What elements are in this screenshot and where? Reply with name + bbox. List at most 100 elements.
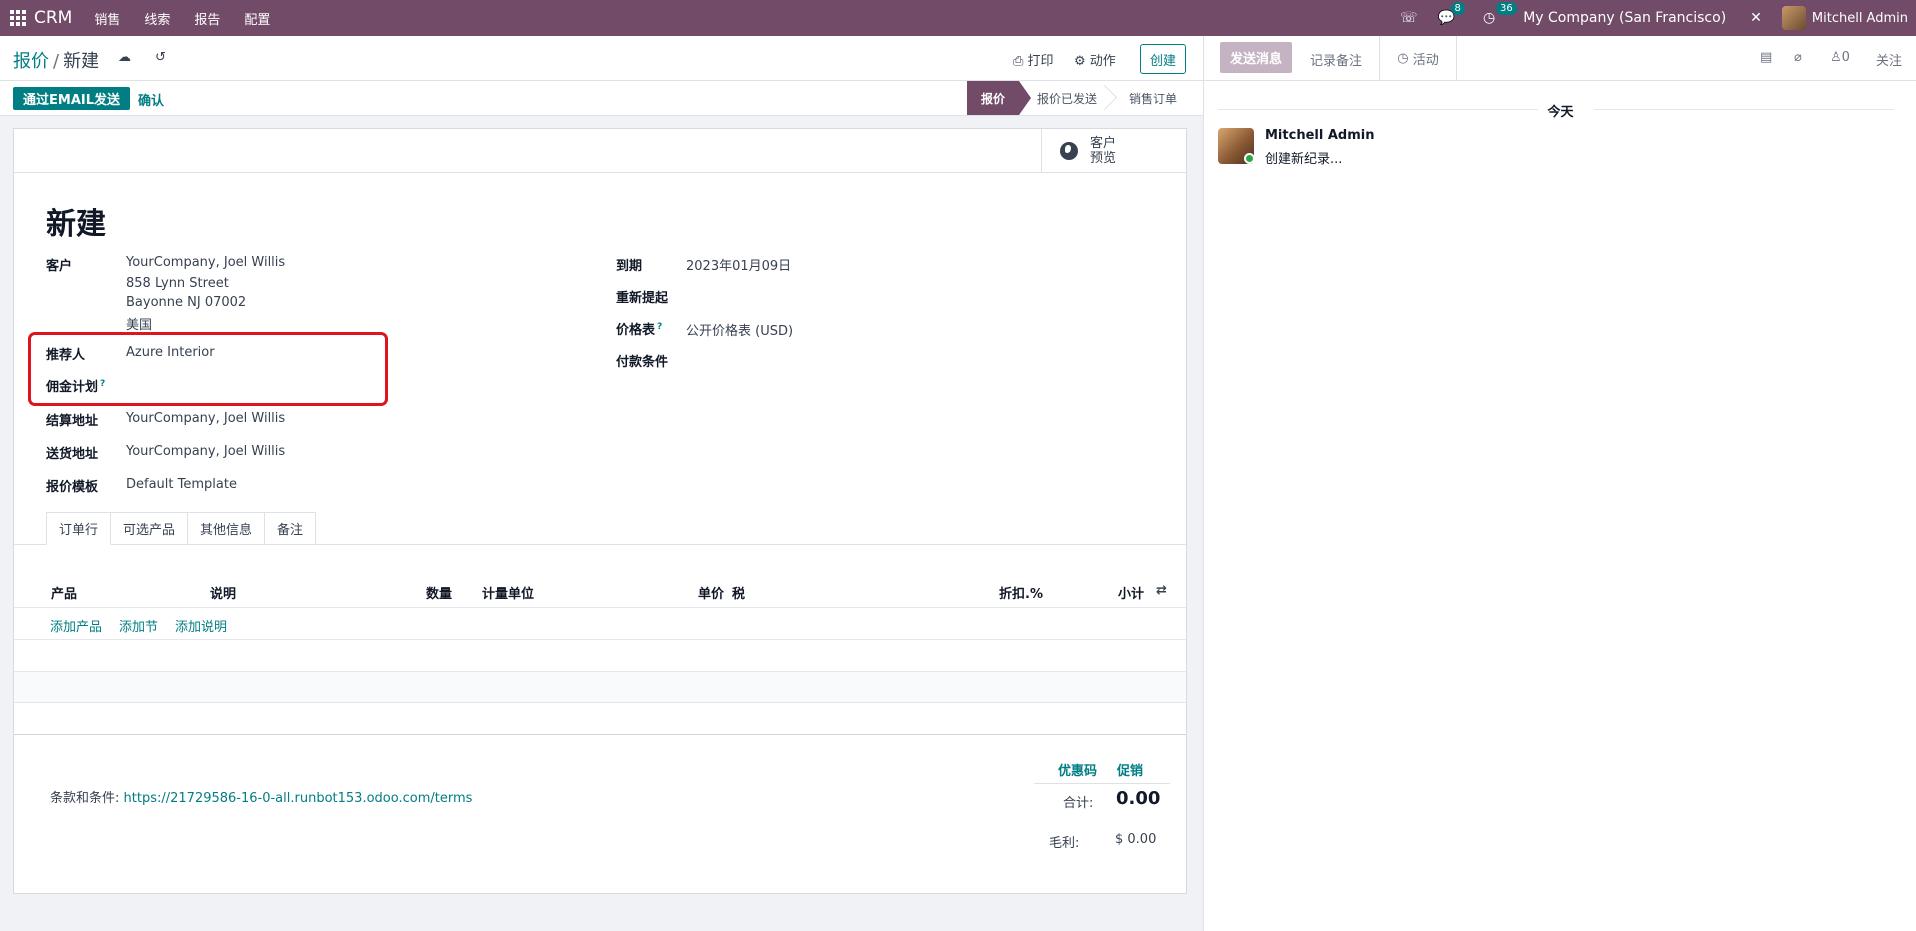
customer-city: Bayonne NJ 07002 (126, 295, 247, 310)
customer-street: 858 Lynn Street (126, 276, 229, 291)
col-tax[interactable]: 税 (732, 583, 745, 602)
empty-row (14, 671, 1186, 702)
delivery-address-label: 送货地址 (46, 447, 99, 462)
stage-quotation-sent[interactable]: 报价已发送 (1019, 81, 1111, 115)
col-description[interactable]: 说明 (210, 583, 236, 602)
preview-label-line2: 预览 (1090, 151, 1117, 166)
print-button[interactable]: ⎙ 打印 (1013, 50, 1054, 69)
messages-icon[interactable]: 💬 8 (1438, 2, 1465, 26)
record-title: 新建 (46, 207, 106, 242)
send-message-button[interactable]: 发送消息 (1220, 42, 1293, 73)
quotation-template-field[interactable]: Default Template (126, 477, 237, 492)
tab-optional-products[interactable]: 可选产品 (111, 512, 189, 545)
reminder-label: 重新提起 (616, 291, 669, 306)
customer-preview-button[interactable]: 客户 预览 (1041, 129, 1186, 173)
status-bar: 通过EMAIL发送 确认 报价 报价已发送 销售订单 (0, 81, 1203, 116)
date-separator: 今天 (1547, 105, 1574, 120)
action-button[interactable]: ⚙ 动作 (1074, 50, 1116, 69)
invoice-address-field[interactable]: YourCompany, Joel Willis (126, 411, 285, 426)
tab-order-lines[interactable]: 订单行 (46, 512, 112, 545)
phone-icon[interactable]: ☏ (1400, 10, 1418, 26)
referrer-label: 推荐人 (46, 348, 86, 363)
payment-terms-label: 付款条件 (616, 355, 669, 370)
col-unit-price[interactable]: 单价 (698, 583, 724, 602)
margin-label: 毛利: (1049, 836, 1080, 851)
user-menu[interactable]: Mitchell Admin (1781, 6, 1912, 30)
confirm-button[interactable]: 确认 (138, 90, 164, 109)
expiration-field[interactable]: 2023年01月09日 (686, 255, 791, 274)
follow-button[interactable]: 关注 (1876, 50, 1902, 69)
paperclip-icon[interactable]: ⌀ (1794, 50, 1802, 65)
user-avatar (1781, 6, 1806, 30)
log-note-button[interactable]: 记录备注 (1310, 50, 1362, 69)
book-icon[interactable]: ▤ (1760, 50, 1772, 65)
margin-amount: $ 0.00 (1115, 832, 1157, 847)
chatter-panel: 发送消息 记录备注 ◷ 活动 ▤ ⌀ ♙0 关注 今天 Mitchell Adm… (1203, 36, 1916, 931)
referrer-field[interactable]: Azure Interior (126, 345, 215, 360)
promotions-button[interactable]: 促销 (1117, 760, 1143, 779)
create-button[interactable]: 创建 (1140, 44, 1186, 74)
pricelist-label-text: 价格表 (616, 323, 656, 338)
message-body: 创建新纪录... (1265, 152, 1343, 167)
coupon-code-button[interactable]: 优惠码 (1058, 760, 1097, 779)
add-section-link[interactable]: 添加节 (119, 616, 158, 635)
activities-icon[interactable]: ◷ 36 (1483, 2, 1517, 26)
col-product[interactable]: 产品 (51, 583, 77, 602)
customer-name-field[interactable]: YourCompany, Joel Willis (126, 255, 285, 270)
activities-badge: 36 (1495, 2, 1517, 15)
delivery-address-field[interactable]: YourCompany, Joel Willis (126, 444, 285, 459)
chatter-topbar: 发送消息 记录备注 ◷ 活动 ▤ ⌀ ♙0 关注 (1204, 36, 1916, 81)
pricelist-label: 价格表? (616, 319, 662, 338)
pricelist-help-icon[interactable]: ? (657, 322, 662, 332)
col-quantity[interactable]: 数量 (426, 583, 452, 602)
customer-country: 美国 (126, 318, 153, 333)
tab-other-info[interactable]: 其他信息 (188, 512, 266, 545)
stage-sales-order[interactable]: 销售订单 (1111, 81, 1191, 115)
commission-help-icon[interactable]: ? (100, 379, 105, 389)
preview-label-line1: 客户 (1090, 136, 1117, 151)
add-note-link[interactable]: 添加说明 (175, 616, 227, 635)
user-name: Mitchell Admin (1811, 10, 1908, 26)
apps-menu-icon[interactable] (0, 0, 36, 36)
send-by-email-button[interactable]: 通过EMAIL发送 (13, 87, 130, 110)
total-amount: 0.00 (1116, 788, 1161, 809)
total-label: 合计: (1063, 796, 1094, 811)
notebook-tabs: 订单行 可选产品 其他信息 备注 (46, 512, 317, 545)
pricelist-field[interactable]: 公开价格表 (USD) (686, 320, 793, 339)
col-uom[interactable]: 计量单位 (482, 583, 534, 602)
save-cloud-icon[interactable]: ☁ (118, 50, 131, 65)
app-brand[interactable]: CRM (34, 8, 72, 28)
commission-plan-label: 佣金计划? (46, 376, 105, 395)
add-product-link[interactable]: 添加产品 (50, 616, 102, 635)
expiration-label: 到期 (616, 259, 643, 274)
row-divider (14, 671, 1186, 672)
globe-icon (1060, 142, 1078, 160)
menu-configuration[interactable]: 配置 (244, 9, 270, 28)
breadcrumb-parent-link[interactable]: 报价 (13, 51, 49, 72)
activity-button[interactable]: ◷ 活动 (1379, 36, 1457, 81)
button-box: 客户 预览 (14, 129, 1186, 173)
tab-notes[interactable]: 备注 (265, 512, 317, 545)
breadcrumb-separator: / (53, 51, 60, 72)
menu-sales[interactable]: 销售 (94, 9, 120, 28)
discard-icon[interactable]: ↺ (155, 50, 166, 65)
col-discount[interactable]: 折扣.% (999, 583, 1043, 602)
clock-icon: ◷ (1397, 51, 1413, 66)
menu-reporting[interactable]: 报告 (194, 9, 220, 28)
col-subtotal[interactable]: 小计 (1118, 583, 1144, 602)
activity-label: 活动 (1412, 53, 1439, 68)
column-settings-icon[interactable]: ⇄ (1156, 583, 1167, 598)
followers-button[interactable]: ♙0 (1830, 50, 1850, 65)
debug-tools-icon[interactable]: ✕ (1750, 10, 1762, 26)
stage-quotation[interactable]: 报价 (966, 81, 1031, 115)
invoice-address-label: 结算地址 (46, 414, 99, 429)
company-switcher[interactable]: My Company (San Francisco) (1523, 10, 1726, 26)
commission-plan-field[interactable] (126, 376, 366, 394)
row-divider (14, 702, 1186, 703)
form-sheet: 客户 预览 新建 客户 YourCompany, Joel Willis 858… (13, 128, 1187, 894)
message-author[interactable]: Mitchell Admin (1265, 128, 1374, 143)
menu-leads[interactable]: 线索 (144, 9, 170, 28)
terms-link[interactable]: https://21729586-16-0-all.runbot153.odoo… (124, 791, 473, 806)
status-stages: 报价 报价已发送 销售订单 (966, 81, 1191, 115)
online-status-icon (1244, 153, 1255, 164)
